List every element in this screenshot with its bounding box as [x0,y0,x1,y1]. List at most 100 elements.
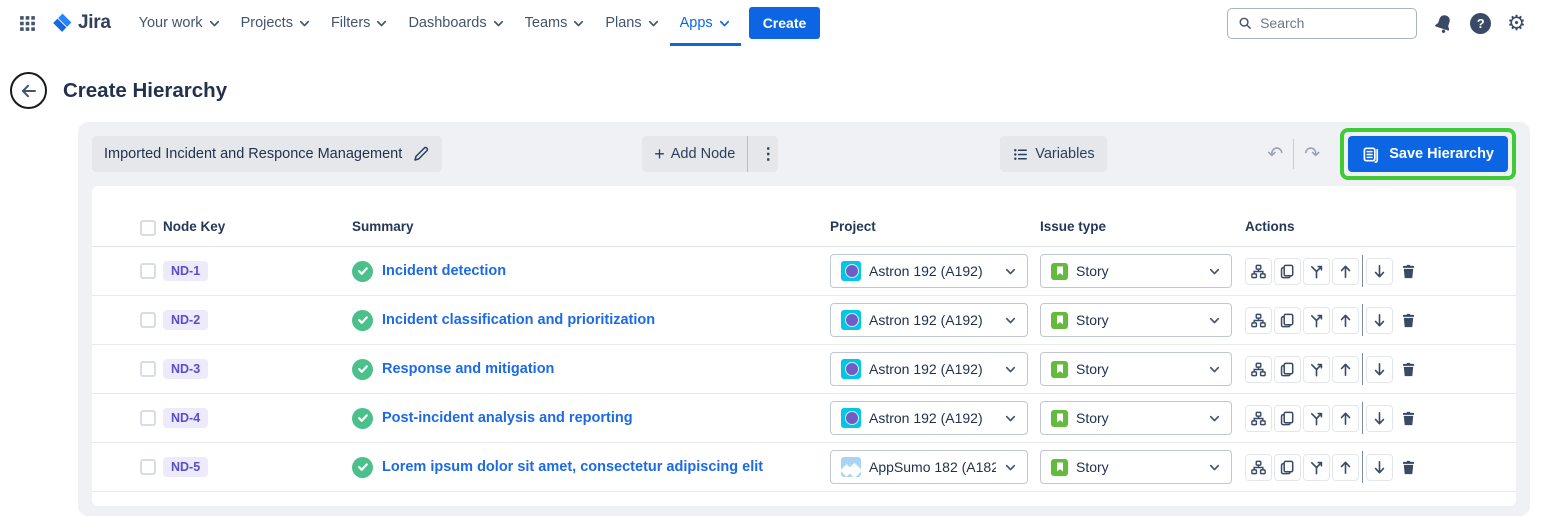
summary-link[interactable]: Incident classification and prioritizati… [382,312,655,328]
table-row: ND-2 Incident classification and priorit… [92,296,1516,345]
summary-link[interactable]: Response and mitigation [382,361,554,377]
delete-trash-icon[interactable] [1395,258,1422,285]
delete-trash-icon[interactable] [1395,405,1422,432]
issue-type-select[interactable]: Story [1040,352,1232,386]
status-check-icon [352,359,373,380]
duplicate-icon[interactable] [1274,258,1301,285]
move-down-icon[interactable] [1366,258,1393,285]
project-select[interactable]: Astron 192 (A192) [830,401,1028,435]
column-header-actions: Actions [1245,219,1516,234]
help-icon[interactable]: ? [1470,13,1491,34]
top-nav: Jira Your work Projects Filters [0,0,1542,46]
row-checkbox[interactable] [140,312,156,328]
chevron-down-icon [1004,412,1017,425]
chevron-down-icon [1004,265,1017,278]
add-child-node-icon[interactable] [1245,454,1272,481]
issue-type-select[interactable]: Story [1040,303,1232,337]
delete-trash-icon[interactable] [1395,356,1422,383]
jira-app: Jira Your work Projects Filters [0,0,1542,532]
add-node-button[interactable]: + Add Node [642,136,747,172]
nav-menu-item[interactable]: Apps [670,0,741,46]
branch-icon[interactable] [1303,454,1330,481]
duplicate-icon[interactable] [1274,356,1301,383]
duplicate-icon[interactable] [1274,405,1301,432]
select-all-checkbox[interactable] [140,220,156,236]
move-down-icon[interactable] [1366,307,1393,334]
issue-type-select[interactable]: Story [1040,401,1232,435]
jira-logo-icon [49,11,74,36]
chevron-down-icon [572,17,585,30]
hierarchy-name: Imported Incident and Responce Managemen… [104,146,402,162]
search-box[interactable] [1227,8,1417,39]
back-button[interactable] [10,72,47,109]
nav-menu-item[interactable]: Projects [231,0,321,46]
move-down-icon[interactable] [1366,405,1393,432]
nav-menu-item[interactable]: Dashboards [398,0,514,46]
edit-pencil-icon[interactable] [412,145,430,163]
jira-logo[interactable]: Jira [49,11,111,36]
create-button[interactable]: Create [749,7,821,39]
table-row: ND-3 Response and mitigation Astron 192 … [92,345,1516,394]
row-checkbox[interactable] [140,410,156,426]
story-icon [1051,361,1068,378]
more-options-kebab-icon[interactable]: ⋮ [748,136,778,172]
add-child-node-icon[interactable] [1245,258,1272,285]
redo-icon[interactable]: ↷ [1294,145,1330,164]
move-up-icon[interactable] [1332,258,1359,285]
project-select[interactable]: Astron 192 (A192) [830,352,1028,386]
move-up-icon[interactable] [1332,307,1359,334]
nav-menu-item[interactable]: Filters [321,0,398,46]
branch-icon[interactable] [1303,258,1330,285]
row-checkbox[interactable] [140,263,156,279]
project-select[interactable]: Astron 192 (A192) [830,254,1028,288]
chevron-down-icon [1208,461,1221,474]
chevron-down-icon [1004,363,1017,376]
status-check-icon [352,457,373,478]
branch-icon[interactable] [1303,356,1330,383]
project-avatar [841,261,861,281]
settings-gear-icon[interactable]: ⚙ [1507,13,1526,34]
add-child-node-icon[interactable] [1245,307,1272,334]
duplicate-icon[interactable] [1274,454,1301,481]
project-avatar [841,310,861,330]
duplicate-icon[interactable] [1274,307,1301,334]
save-hierarchy-button[interactable]: Save Hierarchy [1348,136,1508,172]
add-child-node-icon[interactable] [1245,405,1272,432]
nav-menu-item[interactable]: Plans [595,0,669,46]
undo-redo-group: ↶ ↷ [1257,139,1330,169]
branch-icon[interactable] [1303,307,1330,334]
chevron-down-icon [1208,363,1221,376]
delete-trash-icon[interactable] [1395,454,1422,481]
variables-button[interactable]: Variables [1000,136,1106,172]
nav-menu-item[interactable]: Teams [515,0,596,46]
summary-link[interactable]: Post-incident analysis and reporting [382,410,633,426]
branch-icon[interactable] [1303,405,1330,432]
column-header-node-key: Node Key [163,219,352,234]
chevron-down-icon [298,17,311,30]
summary-link[interactable]: Incident detection [382,263,506,279]
row-actions [1245,451,1516,483]
column-header-project: Project [830,219,1040,234]
notifications-bell-icon[interactable] [1433,13,1454,34]
project-select[interactable]: AppSumo 182 (A182) [830,450,1028,484]
nav-menu-item[interactable]: Your work [129,0,231,46]
add-child-node-icon[interactable] [1245,356,1272,383]
row-checkbox[interactable] [140,361,156,377]
summary-link[interactable]: Lorem ipsum dolor sit amet, consectetur … [382,459,763,475]
search-input[interactable] [1260,15,1406,31]
move-down-icon[interactable] [1366,356,1393,383]
move-up-icon[interactable] [1332,356,1359,383]
move-up-icon[interactable] [1332,405,1359,432]
node-key-badge: ND-1 [163,261,208,281]
issue-type-select[interactable]: Story [1040,450,1232,484]
move-up-icon[interactable] [1332,454,1359,481]
move-down-icon[interactable] [1366,454,1393,481]
search-icon [1238,15,1252,31]
story-icon [1051,312,1068,329]
project-select[interactable]: Astron 192 (A192) [830,303,1028,337]
delete-trash-icon[interactable] [1395,307,1422,334]
undo-icon[interactable]: ↶ [1257,145,1293,164]
row-checkbox[interactable] [140,459,156,475]
issue-type-select[interactable]: Story [1040,254,1232,288]
app-switcher-icon[interactable] [12,8,43,39]
